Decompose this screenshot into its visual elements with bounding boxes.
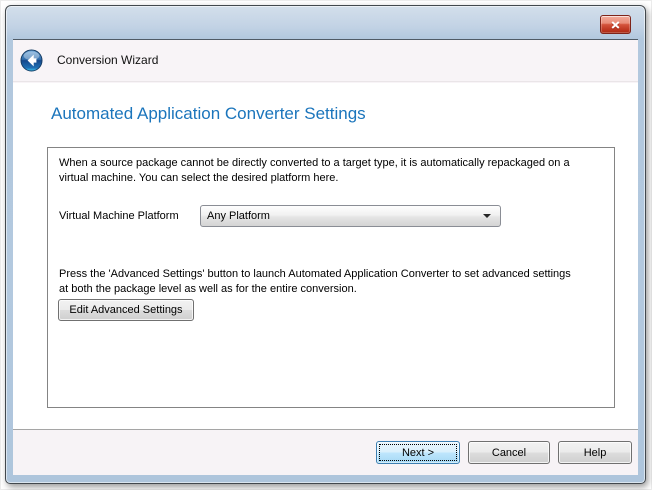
settings-groupbox: When a source package cannot be directly… [47,147,615,408]
vm-platform-select[interactable]: Any Platform [200,205,501,227]
nav-strip: Conversion Wizard [13,40,638,82]
chevron-down-icon [483,214,491,218]
vm-platform-label: Virtual Machine Platform [59,210,179,222]
page-heading: Automated Application Converter Settings [51,104,366,124]
titlebar[interactable] [6,6,645,39]
help-button[interactable]: Help [558,441,632,464]
close-button[interactable] [600,15,631,34]
intro-text-line2: virtual machine. You can select the desi… [59,171,338,186]
advanced-text-line2: at both the package level as well as for… [59,282,357,297]
next-button-label: Next > [402,447,434,459]
next-button[interactable]: Next > [376,441,460,464]
wizard-title: Conversion Wizard [57,53,158,67]
main-content: Automated Application Converter Settings… [13,83,638,429]
intro-text-line1: When a source package cannot be directly… [59,156,570,171]
edit-advanced-settings-button[interactable]: Edit Advanced Settings [58,299,194,321]
advanced-text-line1: Press the 'Advanced Settings' button to … [59,267,571,282]
back-button[interactable] [20,49,43,72]
vm-platform-value: Any Platform [201,210,270,222]
close-icon [610,20,621,30]
client-area: Conversion Wizard Automated Application … [13,39,638,475]
screenshot-root: Conversion Wizard Automated Application … [0,0,652,490]
wizard-window: Conversion Wizard Automated Application … [5,5,646,484]
footer-bar: Next > Cancel Help [13,429,638,475]
back-arrow-icon [20,49,43,72]
cancel-button[interactable]: Cancel [468,441,550,464]
